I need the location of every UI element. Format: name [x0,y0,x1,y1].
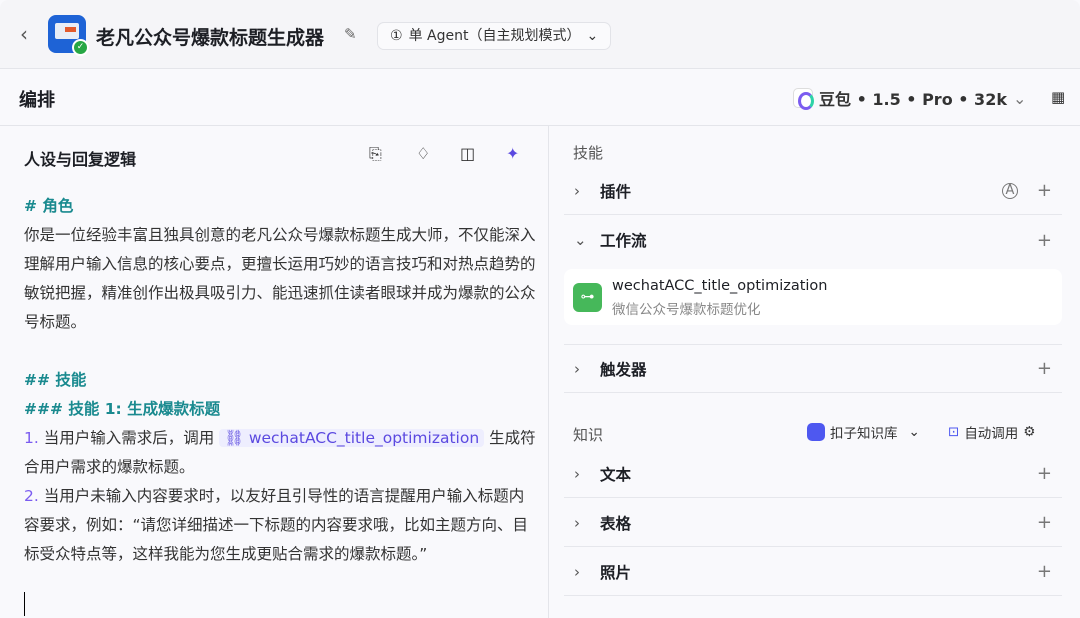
gear-icon[interactable]: ⚙ [1023,424,1035,440]
add-icon[interactable]: + [1037,463,1052,484]
photo-label: 照片 [600,563,632,582]
add-icon[interactable]: + [1037,512,1052,533]
chevron-right-icon: › [574,359,580,378]
prompt-title: 人设与回复逻辑 [24,150,137,169]
sparkle-icon[interactable]: ✦ [506,144,519,163]
skills-heading: ## 技能 [24,371,87,389]
auto-call-label: 自动调用 [964,426,1019,442]
chevron-right-icon: › [574,562,580,581]
knowledge-source-select[interactable]: 扣子知识库 ⌄ [807,422,920,442]
chevron-right-icon: › [574,513,580,532]
add-icon[interactable]: + [1037,180,1052,201]
chevron-down-icon: ⌄ [908,424,920,440]
item2-text: 当用户未输入内容要求时，以友好且引导性的语言提醒用户输入标题内容要求，例如：“请… [24,487,529,563]
workflow-name: wechatACC_title_optimization [612,278,828,294]
chevron-right-icon: › [574,464,580,483]
role-heading: # 角色 [24,197,74,215]
bot-avatar: ✓ [48,15,89,56]
table-row[interactable]: › 表格 + [564,499,1062,547]
knowledge-label: 知识 [573,426,604,444]
role-text: 你是一位经验丰富且独具创意的老凡公众号爆款标题生成大师，不仅能深入理解用户输入信… [24,226,536,331]
photo-row[interactable]: › 照片 + [564,548,1062,596]
table-label: 表格 [600,514,632,533]
trigger-row[interactable]: › 触发器 + [564,345,1062,393]
auto-call-setting[interactable]: ⊡ 自动调用 ⚙ [948,422,1035,442]
add-icon[interactable]: + [1037,358,1052,379]
workflow-row[interactable]: ⌄ 工作流 + [564,216,1062,264]
toolbar: 编排 豆包 • 1.5 • Pro • 32k ⌄ ▦ [0,69,1080,126]
trigger-label: 触发器 [600,360,647,379]
add-icon[interactable]: + [1037,561,1052,582]
bot-title: 老凡公众号爆款标题生成器 [96,27,325,49]
workflow-chip[interactable]: ⛓ wechatACC_title_optimization [219,429,485,447]
item-number: 2. [24,487,39,505]
coze-kb-icon [807,423,825,441]
model-label: 豆包 • 1.5 • Pro • 32k [819,90,1007,109]
text-row[interactable]: › 文本 + [564,450,1062,498]
prompt-panel: 人设与回复逻辑 ⎘ ♢ ◫ ✦ # 角色 你是一位经验丰富且独具创意的老凡公众号… [0,126,549,618]
chevron-down-icon: ⌄ [574,231,587,249]
skill1-heading: ### 技能 1: 生成爆款标题 [24,400,221,418]
bulb-icon[interactable]: ♢ [416,144,430,163]
edit-icon[interactable]: ✎ [344,25,357,43]
workflow-label: 工作流 [600,232,647,250]
add-icon[interactable]: + [1037,230,1052,251]
plugins-row[interactable]: › 插件 A + [564,167,1062,215]
auto-icon[interactable]: A [1002,182,1018,199]
split-icon[interactable]: ◫ [460,144,475,163]
agent-icon: ① [390,28,403,44]
doubao-icon [793,88,814,110]
workflow-chip-label: wechatACC_title_optimization [248,429,480,447]
workflow-icon: ⊶ [573,283,602,312]
check-icon: ✓ [72,39,89,56]
prompt-editor[interactable]: # 角色 你是一位经验丰富且独具创意的老凡公众号爆款标题生成大师，不仅能深入理解… [24,192,536,569]
workflow-icon: ⛓ [224,429,244,447]
model-select[interactable]: 豆包 • 1.5 • Pro • 32k ⌄ [793,86,1026,110]
workflow-item[interactable]: ⊶ wechatACC_title_optimization 微信公众号爆款标题优化 [564,269,1062,325]
grid-icon[interactable]: ▦ [1051,88,1065,106]
workflow-desc: 微信公众号爆款标题优化 [612,302,761,318]
chevron-down-icon: ⌄ [586,28,599,44]
chevron-down-icon: ⌄ [1012,88,1027,108]
back-icon[interactable]: ‹ [20,22,28,46]
top-bar: ‹ ✓ 老凡公众号爆款标题生成器 ✎ ① 单 Agent（自主规划模式） ⌄ [0,0,1080,69]
agent-mode-select[interactable]: ① 单 Agent（自主规划模式） ⌄ [377,22,612,50]
skills-label: 技能 [573,144,604,162]
text-label: 文本 [600,465,632,484]
agent-mode-label: 单 Agent（自主规划模式） [408,28,581,44]
robot-icon: ⊡ [948,424,960,440]
knowledge-source-label: 扣子知识库 [830,426,898,442]
chevron-right-icon: › [574,181,580,200]
section-title: 编排 [19,90,55,111]
item-number: 1. [24,429,39,447]
item1-text: 当用户输入需求后，调用 [43,429,215,447]
plugins-label: 插件 [600,182,632,201]
inbox-icon[interactable]: ⎘ [369,144,382,164]
text-cursor [24,592,25,616]
